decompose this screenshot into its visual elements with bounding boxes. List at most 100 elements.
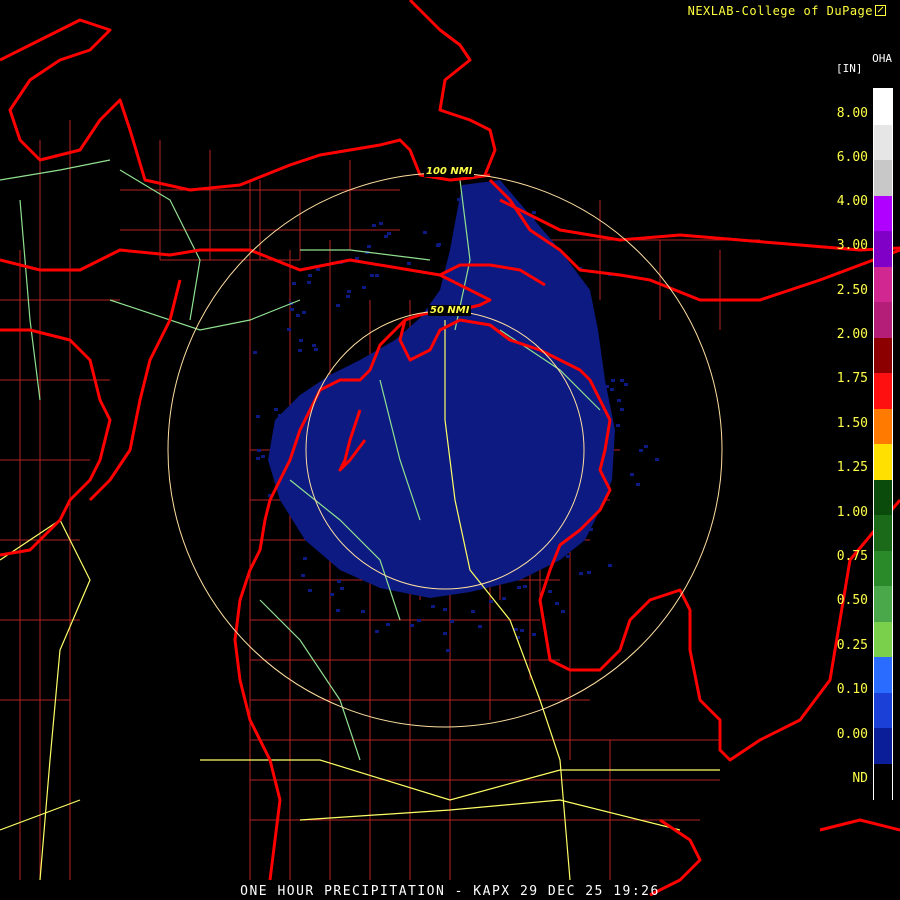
echo-pixel [457,198,461,201]
echo-pixel [443,632,447,635]
echo-pixel [584,347,588,350]
echo-pixel [303,557,307,560]
legend-swatch [874,515,892,551]
echo-pixel [393,575,397,578]
echo-pixel [278,414,282,417]
legend-swatch [874,586,892,622]
echo-pixel [437,243,441,246]
echo-pixel [253,351,257,354]
echo-pixel [450,620,454,623]
echo-pixel [573,298,577,301]
echo-pixel [620,379,624,382]
legend-swatch [874,89,892,125]
echo-pixel [370,274,374,277]
legend-swatch [874,196,892,232]
radar-map-view: NEXLAB-College of DuPage OHA [IN] 8.00 6.… [0,0,900,900]
legend-label: 0.10 [808,682,868,697]
echo-pixel [431,605,435,608]
echo-pixel [384,235,388,238]
legend-swatch [874,125,892,161]
echo-pixel [287,328,291,331]
echo-pixel [514,628,518,631]
echo-pixel [292,282,296,285]
echo-pixel [299,339,303,342]
echo-pixel [639,449,643,452]
echo-pixel [499,234,503,237]
highway-line [260,600,360,760]
border-line [0,330,110,555]
highway-line [0,160,110,180]
echo-pixel [587,365,591,368]
echo-pixel [347,290,351,293]
echo-pixel [545,559,549,562]
legend-label: 0.75 [808,549,868,564]
legend-label: 4.00 [808,194,868,209]
echo-pixel [346,295,350,298]
legend-label: 0.50 [808,593,868,608]
echo-pixel [587,508,591,511]
echo-pixel [287,422,291,425]
echo-pixel [500,247,504,250]
echo-pixel [532,211,536,214]
echo-pixel [479,195,483,198]
legend-label: 1.75 [808,371,868,386]
map-title: ONE HOUR PRECIPITATION - KAPX 29 DEC 25 … [0,884,900,899]
echo-pixel [301,400,305,403]
echo-pixel [517,586,521,589]
echo-pixel [386,623,390,626]
credit-label[interactable]: NEXLAB-College of DuPage [688,4,886,18]
echo-pixel [595,350,599,353]
range-label-50: 50 NMI [428,305,471,316]
echo-pixel [594,354,598,357]
echo-pixel [296,314,300,317]
external-link-icon[interactable] [875,5,886,16]
border-line [820,820,900,830]
echo-pixel [541,563,545,566]
echo-pixel [499,206,503,209]
echo-pixel [261,455,265,458]
echo-pixel [587,571,591,574]
echo-pixel [520,629,524,632]
echo-pixel [514,577,518,580]
echo-pixel [375,274,379,277]
precipitation-echo [253,180,659,652]
echo-pixel [443,608,447,611]
legend-label: 2.50 [808,283,868,298]
echo-pixel [308,589,312,592]
border-line [0,20,490,190]
map-canvas [0,0,900,900]
legend-label: 1.25 [808,460,868,475]
echo-pixel [307,281,311,284]
product-code: OHA [872,52,892,65]
legend-swatch [874,657,892,693]
echo-pixel [433,594,437,597]
unit-label: [IN] [836,62,863,75]
echo-pixel [316,268,320,271]
legend-swatch [874,302,892,338]
echo-pixel [532,633,536,636]
echo-pixel [579,572,583,575]
echo-pixel [310,502,314,505]
echo-pixel [360,551,364,554]
echo-pixel [308,274,312,277]
echo-pixel [314,348,318,351]
echo-pixel [407,262,411,265]
echo-pixel [290,308,294,311]
echo-pixel [294,480,298,483]
echo-pixel [486,221,490,224]
echo-pixel [593,341,597,344]
echo-pixel [375,630,379,633]
echo-pixel [516,271,520,274]
echo-pixel [534,255,538,258]
echo-pixel [415,592,419,595]
echo-pixel [312,478,316,481]
echo-pixel [548,590,552,593]
echo-pixel [561,610,565,613]
echo-pixel [336,609,340,612]
legend-swatch [874,231,892,267]
legend-swatch [874,160,892,196]
border-line [90,280,180,500]
legend-swatch [874,409,892,445]
echo-pixel [299,450,303,453]
echo-pixel [387,232,391,235]
